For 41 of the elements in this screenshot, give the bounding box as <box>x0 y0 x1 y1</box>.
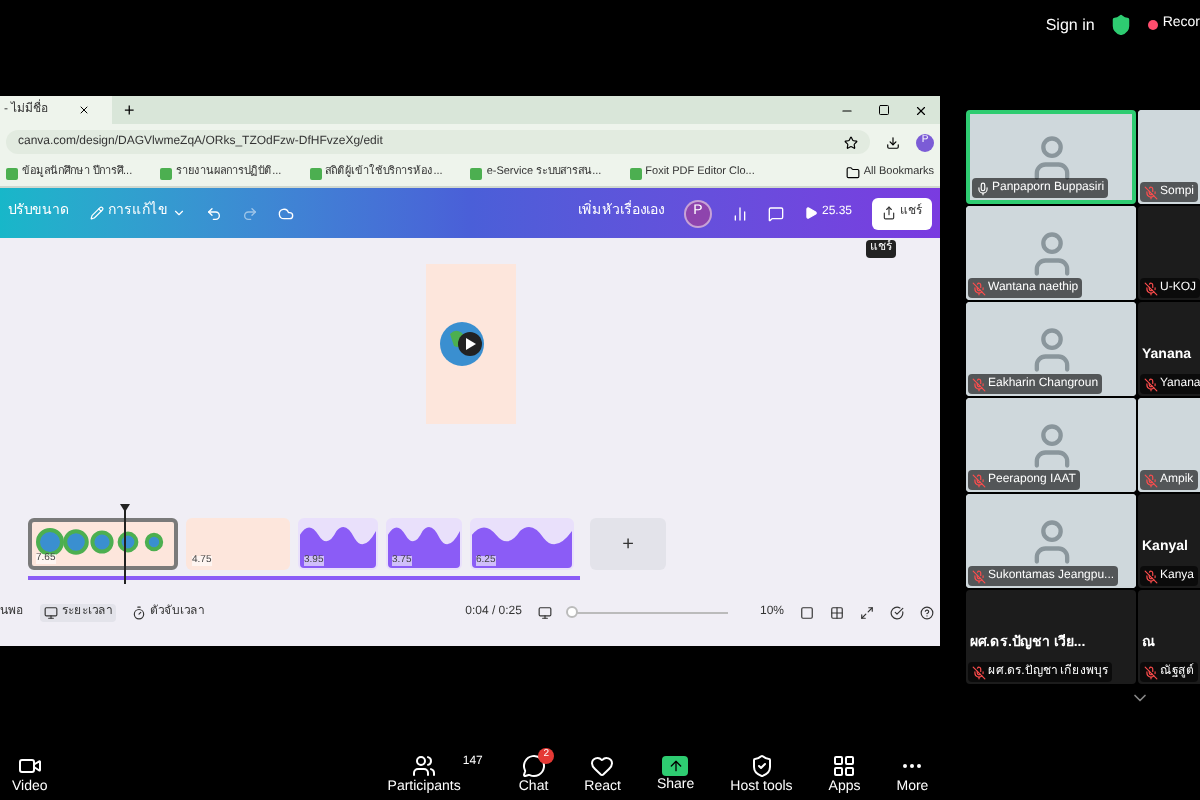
monitor-icon[interactable] <box>537 605 552 619</box>
camera-icon <box>17 753 42 777</box>
slider-thumb[interactable] <box>566 606 579 618</box>
shield-icon <box>749 753 774 777</box>
comment-icon[interactable] <box>767 205 784 221</box>
close-icon[interactable] <box>77 104 90 116</box>
play-icon <box>803 206 818 220</box>
bookmark-favicon-icon <box>309 167 322 179</box>
help-icon[interactable] <box>920 605 934 619</box>
add-clip-button[interactable]: + <box>590 518 666 570</box>
page-view-icon[interactable] <box>800 605 814 619</box>
heart-icon <box>590 753 615 777</box>
check-circle-icon[interactable] <box>890 605 904 619</box>
bookmark-favicon-icon <box>160 167 173 179</box>
close-icon[interactable] <box>914 103 928 117</box>
chat-bubble-icon <box>521 753 546 777</box>
grid-view-icon[interactable] <box>830 605 844 619</box>
star-icon[interactable] <box>844 135 858 149</box>
chart-icon[interactable] <box>731 205 748 221</box>
new-tab-button[interactable]: + <box>124 101 135 119</box>
design-page[interactable] <box>425 264 515 424</box>
maximize-icon[interactable] <box>878 104 890 116</box>
fullscreen-icon[interactable] <box>860 605 874 619</box>
playhead-marker[interactable] <box>120 504 130 584</box>
bookmark-favicon-icon <box>6 167 18 179</box>
bookmark-favicon-icon <box>629 167 642 179</box>
people-icon <box>412 753 437 777</box>
apps-grid-icon <box>832 753 857 777</box>
monitor-icon <box>44 605 58 619</box>
chevron-down-icon <box>172 206 186 220</box>
timer-icon <box>132 605 146 619</box>
download-icon[interactable] <box>886 135 900 149</box>
pencil-icon <box>90 206 104 220</box>
folder-icon <box>845 166 860 180</box>
share-icon <box>882 206 896 220</box>
globe-drawing <box>36 528 164 556</box>
bookmark-favicon-icon <box>470 167 483 179</box>
zoom-slider[interactable] <box>567 606 728 618</box>
undo-icon[interactable] <box>206 205 222 221</box>
sign-in-link[interactable]: Sign in <box>1045 13 1095 37</box>
share-screen-icon <box>662 755 689 775</box>
